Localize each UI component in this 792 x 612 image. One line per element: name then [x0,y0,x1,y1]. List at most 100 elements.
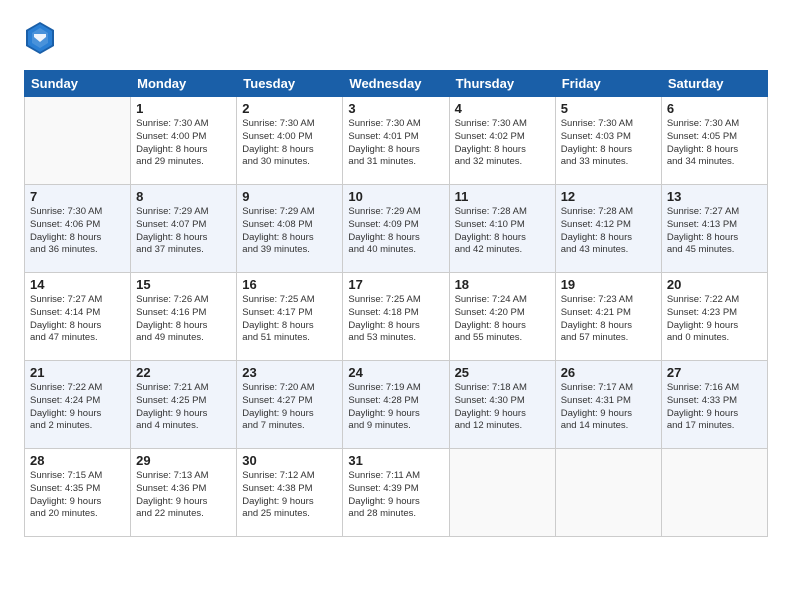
calendar-cell: 8 Sunrise: 7:29 AM Sunset: 4:07 PM Daylig… [131,185,237,273]
calendar-cell: 31 Sunrise: 7:11 AM Sunset: 4:39 PM Dayli… [343,449,449,537]
cell-info: Sunrise: 7:30 AM Sunset: 4:00 PM Dayligh… [136,118,231,169]
day-number: 25 [455,365,550,380]
calendar-cell: 27 Sunrise: 7:16 AM Sunset: 4:33 PM Dayli… [661,361,767,449]
calendar-cell: 2Sunrise: 7:30 AM Sunset: 4:00 PM Daylig… [237,97,343,185]
cell-info: Sunrise: 7:26 AM Sunset: 4:16 PM Dayligh… [136,294,231,345]
calendar-cell: 24 Sunrise: 7:19 AM Sunset: 4:28 PM Dayli… [343,361,449,449]
calendar-cell: 25 Sunrise: 7:18 AM Sunset: 4:30 PM Dayli… [449,361,555,449]
calendar-cell: 29 Sunrise: 7:13 AM Sunset: 4:36 PM Dayli… [131,449,237,537]
day-number: 26 [561,365,656,380]
day-number: 14 [30,277,125,292]
day-number: 10 [348,189,443,204]
cell-info: Sunrise: 7:30 AM Sunset: 4:00 PM Dayligh… [242,118,337,169]
day-number: 8 [136,189,231,204]
calendar-cell [661,449,767,537]
calendar: SundayMondayTuesdayWednesdayThursdayFrid… [24,70,768,537]
calendar-cell: 4Sunrise: 7:30 AM Sunset: 4:02 PM Daylig… [449,97,555,185]
day-number: 7 [30,189,125,204]
day-header-monday: Monday [131,71,237,97]
day-number: 28 [30,453,125,468]
day-header-thursday: Thursday [449,71,555,97]
day-number: 19 [561,277,656,292]
cell-info: Sunrise: 7:17 AM Sunset: 4:31 PM Dayligh… [561,382,656,433]
calendar-cell: 17 Sunrise: 7:25 AM Sunset: 4:18 PM Dayli… [343,273,449,361]
calendar-cell: 5 Sunrise: 7:30 AM Sunset: 4:03 PM Daylig… [555,97,661,185]
day-number: 21 [30,365,125,380]
cell-info: Sunrise: 7:23 AM Sunset: 4:21 PM Dayligh… [561,294,656,345]
cell-info: Sunrise: 7:25 AM Sunset: 4:18 PM Dayligh… [348,294,443,345]
day-number: 13 [667,189,762,204]
calendar-body: 1 Sunrise: 7:30 AM Sunset: 4:00 PM Daylig… [25,97,768,537]
cell-info: Sunrise: 7:20 AM Sunset: 4:27 PM Dayligh… [242,382,337,433]
calendar-header: SundayMondayTuesdayWednesdayThursdayFrid… [25,71,768,97]
calendar-cell: 18Sunrise: 7:24 AM Sunset: 4:20 PM Dayli… [449,273,555,361]
day-header-sunday: Sunday [25,71,131,97]
calendar-cell: 1 Sunrise: 7:30 AM Sunset: 4:00 PM Daylig… [131,97,237,185]
cell-info: Sunrise: 7:11 AM Sunset: 4:39 PM Dayligh… [348,470,443,521]
week-row: 21 Sunrise: 7:22 AM Sunset: 4:24 PM Dayli… [25,361,768,449]
calendar-cell: 23 Sunrise: 7:20 AM Sunset: 4:27 PM Dayli… [237,361,343,449]
cell-info: Sunrise: 7:30 AM Sunset: 4:06 PM Dayligh… [30,206,125,257]
day-number: 4 [455,101,550,116]
calendar-cell: 11Sunrise: 7:28 AM Sunset: 4:10 PM Dayli… [449,185,555,273]
calendar-cell: 6 Sunrise: 7:30 AM Sunset: 4:05 PM Daylig… [661,97,767,185]
cell-info: Sunrise: 7:27 AM Sunset: 4:14 PM Dayligh… [30,294,125,345]
calendar-cell: 3Sunrise: 7:30 AM Sunset: 4:01 PM Daylig… [343,97,449,185]
day-number: 30 [242,453,337,468]
cell-info: Sunrise: 7:13 AM Sunset: 4:36 PM Dayligh… [136,470,231,521]
calendar-cell: 22Sunrise: 7:21 AM Sunset: 4:25 PM Dayli… [131,361,237,449]
day-number: 23 [242,365,337,380]
day-header-tuesday: Tuesday [237,71,343,97]
calendar-cell [25,97,131,185]
day-number: 31 [348,453,443,468]
day-number: 9 [242,189,337,204]
calendar-cell: 9Sunrise: 7:29 AM Sunset: 4:08 PM Daylig… [237,185,343,273]
cell-info: Sunrise: 7:22 AM Sunset: 4:23 PM Dayligh… [667,294,762,345]
calendar-cell: 28 Sunrise: 7:15 AM Sunset: 4:35 PM Dayli… [25,449,131,537]
cell-info: Sunrise: 7:21 AM Sunset: 4:25 PM Dayligh… [136,382,231,433]
cell-info: Sunrise: 7:24 AM Sunset: 4:20 PM Dayligh… [455,294,550,345]
day-number: 20 [667,277,762,292]
calendar-cell: 16Sunrise: 7:25 AM Sunset: 4:17 PM Dayli… [237,273,343,361]
days-of-week-row: SundayMondayTuesdayWednesdayThursdayFrid… [25,71,768,97]
day-number: 16 [242,277,337,292]
calendar-cell: 10 Sunrise: 7:29 AM Sunset: 4:09 PM Dayli… [343,185,449,273]
calendar-cell [449,449,555,537]
cell-info: Sunrise: 7:22 AM Sunset: 4:24 PM Dayligh… [30,382,125,433]
day-number: 29 [136,453,231,468]
cell-info: Sunrise: 7:16 AM Sunset: 4:33 PM Dayligh… [667,382,762,433]
day-number: 1 [136,101,231,116]
calendar-cell [555,449,661,537]
cell-info: Sunrise: 7:19 AM Sunset: 4:28 PM Dayligh… [348,382,443,433]
day-number: 6 [667,101,762,116]
day-number: 27 [667,365,762,380]
cell-info: Sunrise: 7:30 AM Sunset: 4:03 PM Dayligh… [561,118,656,169]
week-row: 28 Sunrise: 7:15 AM Sunset: 4:35 PM Dayli… [25,449,768,537]
cell-info: Sunrise: 7:18 AM Sunset: 4:30 PM Dayligh… [455,382,550,433]
cell-info: Sunrise: 7:15 AM Sunset: 4:35 PM Dayligh… [30,470,125,521]
day-header-saturday: Saturday [661,71,767,97]
calendar-cell: 14 Sunrise: 7:27 AM Sunset: 4:14 PM Dayli… [25,273,131,361]
header [24,20,768,56]
cell-info: Sunrise: 7:12 AM Sunset: 4:38 PM Dayligh… [242,470,337,521]
week-row: 1 Sunrise: 7:30 AM Sunset: 4:00 PM Daylig… [25,97,768,185]
day-number: 24 [348,365,443,380]
calendar-cell: 20 Sunrise: 7:22 AM Sunset: 4:23 PM Dayli… [661,273,767,361]
day-number: 15 [136,277,231,292]
calendar-cell: 13Sunrise: 7:27 AM Sunset: 4:13 PM Dayli… [661,185,767,273]
day-number: 11 [455,189,550,204]
day-header-friday: Friday [555,71,661,97]
week-row: 14 Sunrise: 7:27 AM Sunset: 4:14 PM Dayli… [25,273,768,361]
cell-info: Sunrise: 7:30 AM Sunset: 4:05 PM Dayligh… [667,118,762,169]
day-number: 17 [348,277,443,292]
cell-info: Sunrise: 7:29 AM Sunset: 4:09 PM Dayligh… [348,206,443,257]
calendar-cell: 7 Sunrise: 7:30 AM Sunset: 4:06 PM Daylig… [25,185,131,273]
cell-info: Sunrise: 7:29 AM Sunset: 4:07 PM Dayligh… [136,206,231,257]
day-number: 3 [348,101,443,116]
day-number: 5 [561,101,656,116]
cell-info: Sunrise: 7:28 AM Sunset: 4:12 PM Dayligh… [561,206,656,257]
calendar-cell: 19 Sunrise: 7:23 AM Sunset: 4:21 PM Dayli… [555,273,661,361]
day-header-wednesday: Wednesday [343,71,449,97]
calendar-cell: 21 Sunrise: 7:22 AM Sunset: 4:24 PM Dayli… [25,361,131,449]
calendar-cell: 12Sunrise: 7:28 AM Sunset: 4:12 PM Dayli… [555,185,661,273]
